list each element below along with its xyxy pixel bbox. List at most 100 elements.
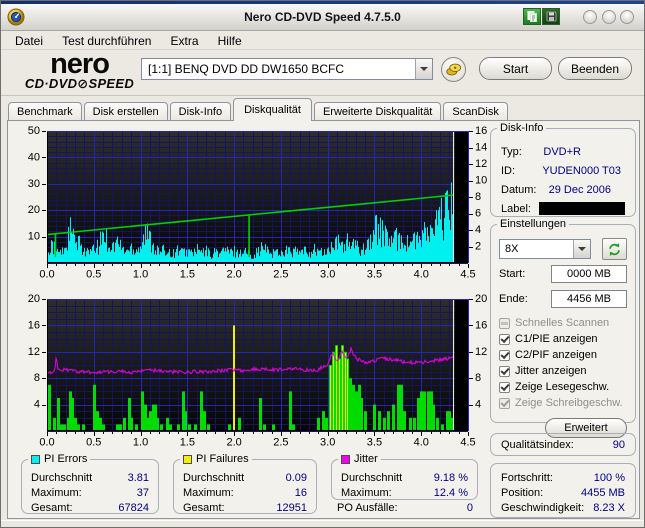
pi-failures-title: PI Failures — [196, 453, 249, 465]
refresh-icon — [609, 242, 620, 256]
pif-max-label: Maximum: — [183, 486, 234, 499]
drive-select-value: [1:1] BENQ DVD DD DW1650 BCFC — [148, 62, 345, 76]
scan-end-label: Ende: — [499, 292, 528, 305]
eject-disc-button[interactable] — [441, 57, 466, 82]
pie-avg-label: Durchschnitt — [31, 471, 93, 484]
tab-disk-erstellen[interactable]: Disk erstellen — [83, 102, 168, 121]
checkbox-c1-pie-anzeigen[interactable]: C1/PIE anzeigen — [499, 331, 627, 347]
position-value: 4455 MB — [580, 486, 625, 499]
start-button[interactable]: Start — [479, 57, 552, 80]
po-failures-row: PO Ausfälle: 0 — [335, 502, 475, 514]
quality-index-label: Qualitätsindex: — [501, 438, 574, 451]
pi-failures-jitter-chart — [13, 291, 489, 449]
quit-button[interactable]: Beenden — [558, 57, 632, 80]
drive-select[interactable]: [1:1] BENQ DVD DD DW1650 BCFC — [141, 58, 433, 80]
disk-label-label: Label: — [501, 202, 531, 215]
scan-end-input[interactable] — [551, 289, 627, 308]
disk-info-group: Disk-Info Typ: DVD+R ID: YUDEN000 T03 Datu… — [490, 122, 636, 217]
speed-value: 8.23 X — [593, 501, 625, 514]
pif-max-value: 16 — [294, 486, 307, 499]
checkbox-zeige-lesegeschw[interactable]: Zeige Lesegeschw. — [499, 379, 627, 395]
scan-start-input[interactable] — [551, 264, 627, 283]
nero-logo-wordmark: nero — [50, 48, 110, 80]
jitter-swatch — [341, 454, 350, 464]
tab-benchmark[interactable]: Benchmark — [8, 102, 82, 121]
settings-group-title: Einstellungen — [497, 218, 570, 230]
tab-strip: Benchmark Disk erstellen Disk-Info Diskq… — [8, 98, 508, 121]
checkbox-box — [499, 349, 510, 361]
disk-datum-value: 29 Dec 2006 — [548, 183, 611, 196]
pie-avg-value: 3.81 — [127, 471, 149, 484]
pif-total-label: Gesamt: — [183, 501, 225, 514]
copy-icon[interactable] — [523, 8, 541, 25]
jitter-avg-value: 9.18 % — [433, 471, 468, 484]
checkbox-c2-pif-anzeigen[interactable]: C2/PIF anzeigen — [499, 347, 627, 363]
disk-typ-label: Typ: — [501, 145, 522, 158]
menu-extra[interactable]: Extra — [163, 32, 207, 50]
tab-disk-info[interactable]: Disk-Info — [169, 102, 232, 121]
speed-select[interactable]: 8X — [499, 239, 591, 259]
jitter-stats-group: Jitter Durchschnitt 9.18 % Maximum: 12.4 % — [331, 453, 478, 500]
refresh-button[interactable] — [602, 238, 627, 260]
close-button[interactable] — [620, 10, 634, 24]
progress-value: 100 % — [593, 471, 625, 484]
chevron-down-icon — [578, 247, 586, 251]
scan-start-label: Start: — [499, 267, 526, 280]
speed-label: Geschwindigkeit: — [501, 501, 585, 514]
header: nero CD·DVD⊘SPEED [1:1] BENQ DVD DD DW16… — [1, 50, 644, 96]
pie-total-value: 67824 — [118, 501, 149, 514]
app-window: Nero CD-DVD Speed 4.7.5.0 Datei Test dur… — [0, 0, 645, 528]
statusbar — [1, 520, 644, 527]
menu-hilfe[interactable]: Hilfe — [210, 32, 250, 50]
tab-scandisk[interactable]: ScanDisk — [443, 102, 508, 121]
tab-diskqualitaet[interactable]: Diskqualität — [233, 98, 312, 121]
save-icon[interactable] — [542, 8, 560, 25]
pi-errors-title: PI Errors — [44, 453, 88, 465]
settings-group: Einstellungen 8X Start: Ende: — [490, 218, 636, 438]
disc-slash-icon: ⊘ — [77, 77, 89, 92]
quality-index-box: Qualitätsindex: 90 — [490, 433, 636, 456]
speed-select-dropdown-button[interactable] — [573, 240, 590, 258]
eject-disc-icon — [446, 63, 462, 76]
quality-index-value: 90 — [612, 438, 625, 451]
checkbox-schnelles-scannen[interactable]: Schnelles Scannen — [499, 315, 627, 331]
po-failures-value: 0 — [466, 502, 473, 514]
disk-id-label: ID: — [501, 164, 516, 177]
jitter-max-value: 12.4 % — [433, 486, 468, 499]
checkbox-box — [499, 397, 510, 409]
pie-max-value: 37 — [136, 486, 149, 499]
disk-id-value: YUDEN000 T03 — [542, 164, 621, 177]
jitter-title: Jitter — [354, 453, 378, 465]
maximize-button[interactable] — [602, 10, 616, 24]
pie-max-label: Maximum: — [31, 486, 82, 499]
po-failures-label: PO Ausfälle: — [337, 502, 398, 514]
checkbox-box — [499, 381, 510, 393]
disk-datum-label: Datum: — [501, 183, 537, 196]
pi-errors-swatch — [31, 454, 40, 464]
progress-box: Fortschritt: 100 % Position: 4455 MB Gesch… — [490, 463, 636, 518]
titlebar: Nero CD-DVD Speed 4.7.5.0 — [1, 1, 644, 31]
jitter-max-label: Maximum: — [341, 486, 392, 499]
checkbox-box — [499, 317, 510, 329]
checkbox-jitter-anzeigen[interactable]: Jitter anzeigen — [499, 363, 627, 379]
checkbox-zeige-schreibgeschw[interactable]: Zeige Schreibgeschw. — [499, 395, 627, 411]
nero-logo: nero CD·DVD⊘SPEED — [17, 48, 142, 93]
pi-failures-stats-group: PI Failures Durchschnitt 0.09 Maximum: 16 … — [173, 453, 317, 514]
menu-datei[interactable]: Datei — [7, 32, 51, 50]
pie-total-label: Gesamt: — [31, 501, 73, 514]
checkbox-box — [499, 365, 510, 377]
disk-typ-value: DVD+R — [543, 145, 581, 158]
pi-errors-stats-group: PI Errors Durchschnitt 3.81 Maximum: 37 Ge… — [21, 453, 159, 514]
position-label: Position: — [501, 486, 544, 499]
pif-avg-value: 0.09 — [285, 471, 307, 484]
tab-erweiterte-diskqualitaet[interactable]: Erweiterte Diskqualität — [313, 102, 442, 121]
chevron-down-icon — [420, 67, 428, 71]
disk-label-box — [539, 202, 625, 215]
speed-select-value: 8X — [505, 243, 519, 255]
cd-dvd-speed-wordmark: CD·DVD⊘SPEED — [24, 76, 135, 92]
drive-select-dropdown-button[interactable] — [415, 59, 432, 79]
checkbox-box — [499, 333, 510, 345]
disk-info-group-title: Disk-Info — [497, 122, 547, 134]
pi-failures-swatch — [183, 454, 192, 464]
minimize-button[interactable] — [583, 10, 597, 24]
